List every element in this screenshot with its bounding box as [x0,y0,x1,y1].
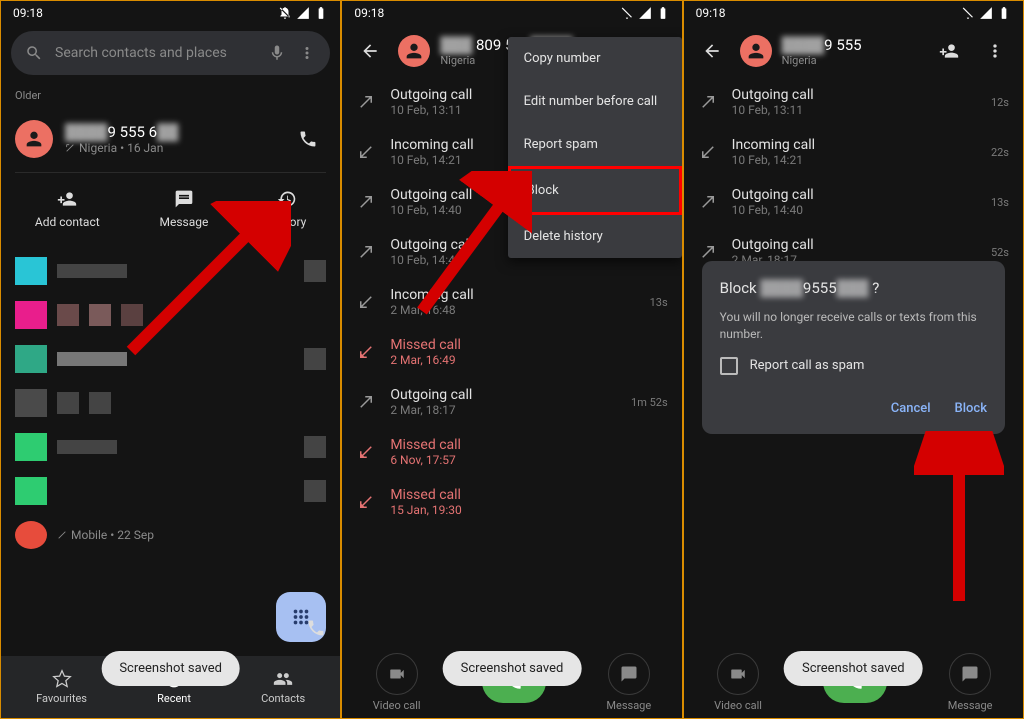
call-entry[interactable]: Missed call15 Jan, 19:30 [342,477,681,527]
status-icons [278,6,328,20]
call-button[interactable] [290,121,326,157]
video-call-button[interactable]: Video call [373,653,421,712]
back-button[interactable] [694,33,730,69]
out-arrow-icon [356,192,376,212]
checkbox-icon[interactable] [720,357,738,375]
status-time: 09:18 [13,6,43,20]
signal-icon [638,6,652,20]
spam-checkbox-row[interactable]: Report call as spam [720,357,987,375]
avatar [398,35,430,67]
checkbox-label: Report call as spam [750,358,865,373]
dialog-title: Block ████9555███ ? [720,279,987,297]
call-entry[interactable]: Missed call2 Mar, 16:49 [342,327,681,377]
more-icon[interactable] [298,44,316,62]
call-entry[interactable]: Outgoing call10 Feb, 13:11 12s [684,77,1023,127]
menu-report[interactable]: Report spam [508,123,682,166]
context-menu: Copy number Edit number before call Repo… [508,37,682,258]
battery-icon [656,6,670,20]
notification-off-icon [961,6,975,20]
notification-off-icon [620,6,634,20]
call-fab-small[interactable] [306,618,326,642]
dialog-body: You will no longer receive calls or text… [720,309,987,343]
missed-arrow-icon [356,342,376,362]
call-duration: 13s [991,196,1009,209]
call-entry[interactable]: Missed call6 Nov, 17:57 [342,427,681,477]
snackbar: Screenshot saved [101,651,240,686]
status-icons [620,6,670,20]
out-arrow-icon [698,92,718,112]
action-row: Add contact Message History [1,177,340,241]
contact-row[interactable]: ████9 555 6██ Nigeria • 16 Jan [1,110,340,168]
battery-icon [997,6,1011,20]
history-action[interactable]: History [268,189,306,229]
snackbar: Screenshot saved [784,651,923,686]
menu-copy[interactable]: Copy number [508,37,682,80]
search-icon [25,44,43,62]
back-button[interactable] [352,33,388,69]
in-arrow-icon [698,142,718,162]
detail-header: ████9 555 Nigeria [684,25,1023,77]
call-entry[interactable]: Incoming call10 Feb, 14:21 22s [684,127,1023,177]
call-entry[interactable]: Incoming call2 Mar, 16:48 13s [342,277,681,327]
battery-icon [314,6,328,20]
red-arrow [914,431,1004,611]
cancel-button[interactable]: Cancel [891,401,931,416]
notification-off-icon [278,6,292,20]
call-duration: 1m 52s [631,396,668,409]
search-placeholder: Search contacts and places [55,45,256,61]
video-call-button[interactable]: Video call [714,653,762,712]
out-arrow-icon [356,392,376,412]
signal-icon [979,6,993,20]
divider [15,172,326,173]
menu-block[interactable]: Block [508,166,682,215]
nav-favourites[interactable]: Favourites [36,669,87,705]
out-arrow-icon [356,92,376,112]
status-bar: 09:18 [684,1,1023,25]
in-arrow-icon [356,292,376,312]
block-dialog: Block ████9555███ ? You will no longer r… [702,261,1005,434]
signal-icon [296,6,310,20]
header-info: ████9 555 Nigeria [782,36,921,67]
menu-delete[interactable]: Delete history [508,215,682,258]
call-duration: 52s [991,246,1009,259]
contact-list: Mobile • 22 Sep [1,241,340,557]
call-duration: 12s [991,96,1009,109]
status-icons [961,6,1011,20]
section-older: Older [1,81,340,110]
search-bar[interactable]: Search contacts and places [11,31,330,75]
contact-info: ████9 555 6██ Nigeria • 16 Jan [65,123,278,155]
avatar [15,120,53,158]
call-entry[interactable]: Outgoing call2 Mar, 18:17 1m 52s [342,377,681,427]
add-person-button[interactable] [931,33,967,69]
out-arrow-icon [356,242,376,262]
status-time: 09:18 [696,6,726,20]
more-button[interactable] [977,33,1013,69]
snackbar: Screenshot saved [443,651,582,686]
call-entry[interactable]: Outgoing call10 Feb, 14:40 13s [684,177,1023,227]
block-button[interactable]: Block [955,401,987,416]
avatar [740,35,772,67]
nav-contacts[interactable]: Contacts [261,669,305,705]
message-button[interactable]: Message [606,653,651,712]
missed-arrow-icon [356,442,376,462]
call-duration: 13s [650,296,668,309]
status-bar: 09:18 [1,1,340,25]
in-arrow-icon [356,142,376,162]
message-action[interactable]: Message [160,189,209,229]
status-bar: 09:18 [342,1,681,25]
out-arrow-icon [698,192,718,212]
out-arrow-icon [698,242,718,262]
missed-arrow-icon [356,492,376,512]
menu-edit[interactable]: Edit number before call [508,80,682,123]
mic-icon[interactable] [268,44,286,62]
add-contact-action[interactable]: Add contact [35,189,100,229]
message-button[interactable]: Message [948,653,993,712]
call-duration: 22s [991,146,1009,159]
status-time: 09:18 [354,6,384,20]
